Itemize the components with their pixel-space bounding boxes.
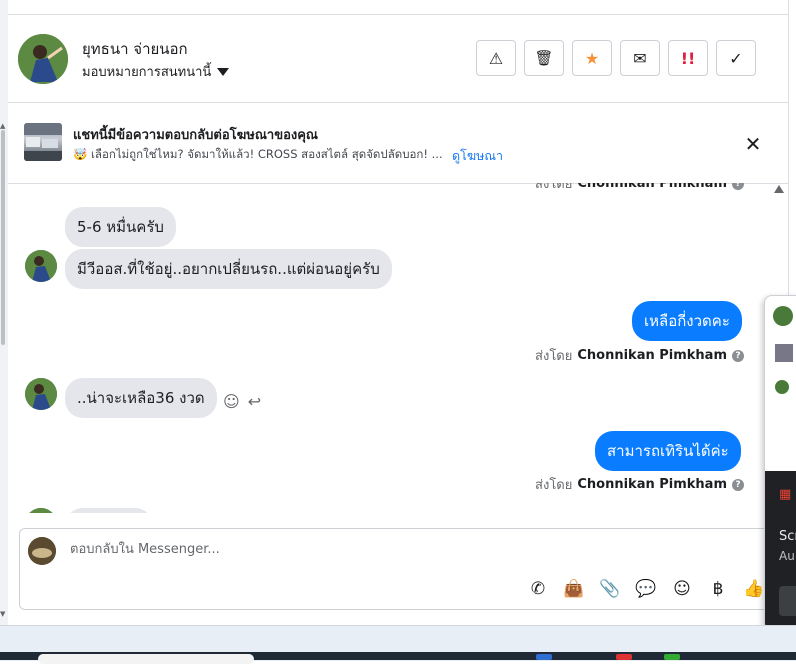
side-popup: ▦ Scr Au	[764, 295, 796, 631]
app-icon: ▦	[779, 487, 792, 502]
sent-by-label: ส่งโดย Chonnikan Pimkham ?	[535, 474, 744, 495]
contact-avatar-small	[25, 250, 57, 282]
help-icon[interactable]: ?	[732, 478, 744, 491]
star-button[interactable]: ★	[572, 40, 612, 76]
notification-title: Scr	[779, 529, 796, 544]
help-icon[interactable]: ?	[732, 349, 744, 362]
scroll-up-arrow[interactable]: ▲	[0, 122, 5, 130]
mark-spam-button[interactable]: ⚠	[476, 40, 516, 76]
mark-important-button[interactable]: !!	[668, 40, 708, 76]
popup-avatar-small	[775, 380, 789, 394]
taskbar-app-icon[interactable]	[664, 654, 680, 660]
messenger-reply-input[interactable]	[68, 541, 672, 558]
like-icon[interactable]: 👍	[742, 577, 766, 601]
envelope-icon: ✉	[633, 48, 647, 68]
attachment-icon[interactable]: 📎	[598, 577, 622, 601]
contact-avatar-small	[25, 378, 57, 410]
contact-avatar-small	[25, 508, 57, 513]
conversation-header: ยุทธนา จ่ายนอก มอบหมายการสนทนานี้ ⚠ 🗑 ★ …	[8, 15, 788, 103]
saved-reply-icon[interactable]: 💬	[634, 577, 658, 601]
emoji-icon[interactable]: ☺	[670, 577, 694, 601]
incoming-message-partial[interactable]	[65, 508, 153, 513]
taskbar-app-icon[interactable]	[536, 654, 552, 660]
sent-by-label: ส่งโดย Chonnikan Pimkham ?	[535, 345, 744, 366]
notification-card[interactable]: ▦ Scr Au	[765, 471, 796, 631]
message-actions: ☺ ↩	[223, 392, 261, 411]
close-icon[interactable]: ✕	[742, 133, 764, 155]
help-icon[interactable]: ?	[732, 183, 744, 190]
outgoing-message[interactable]: สามารถเทิรินได้ค่ะ	[595, 431, 741, 471]
popup-avatar[interactable]	[773, 306, 793, 326]
header-actions: ⚠ 🗑 ★ ✉ !! ✓	[476, 40, 756, 76]
reply-composer: ✆ 👜 📎 💬 ☺ ฿ 👍	[19, 528, 781, 610]
incoming-message[interactable]: ..น่าจะเหลือ36 งวด	[65, 378, 217, 418]
baht-icon[interactable]: ฿	[706, 577, 730, 601]
call-icon[interactable]: ✆	[526, 577, 550, 601]
mark-unread-button[interactable]: ✉	[620, 40, 660, 76]
notification-button[interactable]	[779, 586, 796, 616]
shopping-bag-icon[interactable]: 👜	[562, 577, 586, 601]
assign-conversation-dropdown[interactable]: มอบหมายการสนทนานี้	[82, 61, 230, 82]
taskbar-search[interactable]	[38, 654, 254, 664]
os-taskbar	[0, 652, 796, 664]
composer-toolbar: ✆ 👜 📎 💬 ☺ ฿ 👍	[526, 577, 766, 601]
incoming-message[interactable]: มีวีออส.ที่ใช้อยู่..อยากเปลี่ยนรถ..แต่ผ่…	[65, 249, 392, 289]
ad-thumbnail[interactable]	[24, 123, 62, 161]
notification-subtitle: Au	[779, 549, 795, 563]
scroll-down-arrow[interactable]: ▼	[0, 610, 5, 618]
sent-by-label: ส่งโดย Chonnikan Pimkham ?	[535, 183, 744, 194]
reply-icon[interactable]: ↩	[248, 392, 261, 411]
scroll-up-arrow[interactable]	[774, 185, 784, 193]
delete-button[interactable]: 🗑	[524, 40, 564, 76]
taskbar-app-icon[interactable]	[616, 654, 632, 660]
caret-down-icon	[217, 67, 230, 76]
contact-avatar[interactable]	[18, 34, 68, 84]
incoming-message[interactable]: 5-6 หมื่นครับ	[65, 207, 176, 247]
top-divider	[8, 0, 788, 15]
outgoing-message[interactable]: เหลือกี่งวดคะ	[632, 301, 742, 341]
important-icon: !!	[680, 48, 696, 68]
check-icon: ✓	[729, 48, 743, 68]
assign-label: มอบหมายการสนทนานี้	[82, 65, 212, 80]
mark-done-button[interactable]: ✓	[716, 40, 756, 76]
ad-reply-banner: แชทนี้มีข้อความตอบกลับต่อโฆษณาของคุณ 🤯 เ…	[8, 103, 788, 184]
star-icon: ★	[584, 48, 600, 68]
popup-ad-thumbnail[interactable]	[775, 344, 793, 362]
page-avatar	[28, 537, 56, 565]
message-list: ส่งโดย Chonnikan Pimkham ? 5-6 หมื่นครับ…	[8, 183, 768, 513]
ad-banner-title: แชทนี้มีข้อความตอบกลับต่อโฆษณาของคุณ	[73, 128, 318, 143]
react-emoji-icon[interactable]: ☺	[223, 392, 240, 411]
view-ad-link[interactable]: ดูโฆษณา	[452, 146, 503, 166]
scroll-thumb[interactable]	[1, 130, 5, 345]
trash-icon: 🗑	[534, 49, 554, 67]
spam-icon: ⚠	[488, 48, 504, 68]
contact-name[interactable]: ยุทธนา จ่ายนอก	[82, 37, 188, 61]
ad-preview-text: 🤯 เลือกไม่ถูกใช่ไหม? จัดมาให้แล้ว! CROSS…	[73, 147, 443, 161]
